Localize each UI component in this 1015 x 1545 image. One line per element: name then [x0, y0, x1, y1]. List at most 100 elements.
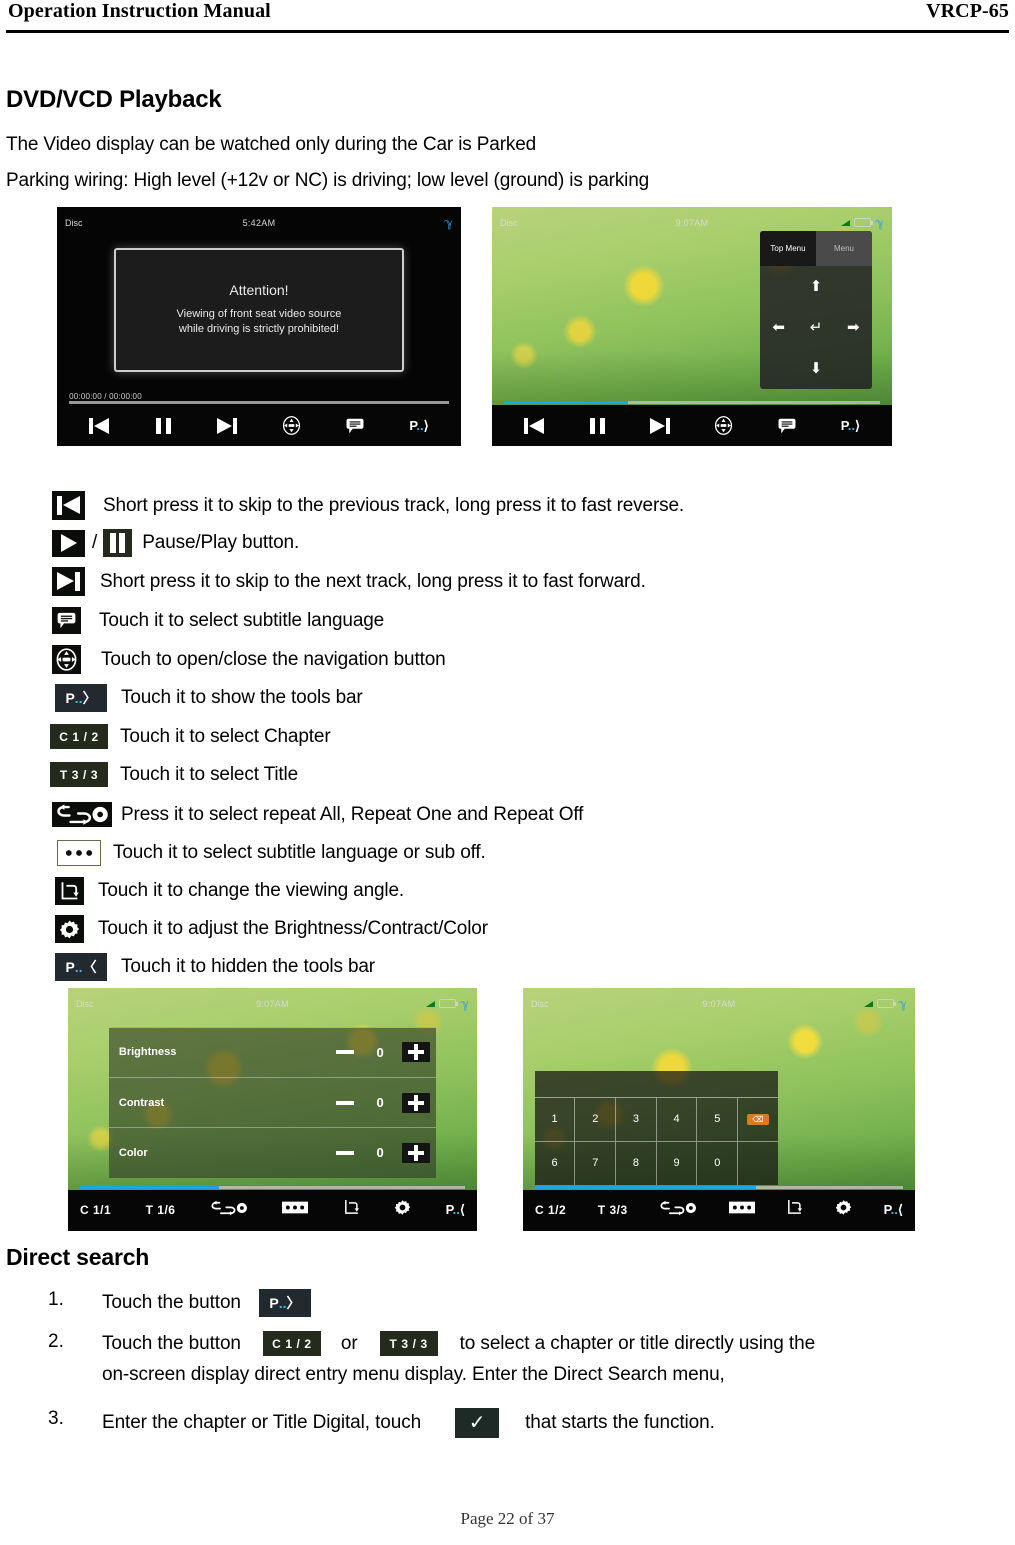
key-6[interactable]: 6 [535, 1141, 576, 1185]
status-source-label: Disc [65, 217, 83, 228]
step-text-a: Enter the chapter or Title Digital, touc… [102, 1412, 422, 1433]
key-0[interactable]: 0 [697, 1141, 739, 1185]
key-8[interactable]: 8 [616, 1141, 657, 1185]
hide-toolbar-icon[interactable]: P..⟨ [884, 1202, 903, 1218]
subtitle-icon[interactable] [52, 607, 81, 634]
signal-icon [864, 1000, 874, 1007]
progress-bar[interactable] [69, 401, 449, 405]
key-7[interactable]: 7 [575, 1141, 617, 1185]
repeat-icon[interactable] [210, 1200, 248, 1221]
arrow-right-icon[interactable]: ➡ [847, 320, 860, 335]
key-4[interactable]: 4 [657, 1098, 698, 1141]
arrow-up-icon[interactable]: ⬆ [810, 279, 823, 294]
bluetooth-icon: ℽ [898, 996, 907, 1011]
backspace-key[interactable]: ⌫ [738, 1098, 778, 1141]
title-tag-icon[interactable]: T 3 / 3 [50, 762, 108, 787]
increase-button[interactable] [402, 1142, 431, 1163]
decrease-button[interactable] [336, 1100, 355, 1105]
next-track-icon[interactable] [648, 417, 671, 434]
viewing-angle-icon[interactable] [55, 877, 84, 905]
tab-menu[interactable]: Menu [816, 230, 872, 266]
navigation-pad-icon[interactable] [282, 416, 301, 436]
show-toolbar-icon[interactable]: P..⟩ [841, 418, 860, 434]
setting-row-brightness: Brightness 0 [108, 1028, 437, 1079]
ptag-dots: .. [278, 1295, 287, 1311]
play-icon[interactable] [52, 529, 85, 557]
legend-row-picture-settings: Touch it to adjust the Brightness/Contra… [55, 915, 488, 943]
previous-track-icon[interactable] [52, 491, 85, 520]
video-notice-text: The Video display can be watched only du… [6, 134, 537, 155]
status-bar: Disc 5:42AM ℽ [57, 207, 461, 238]
status-bar: Disc 9:07AM ℽ [523, 988, 915, 1020]
key-3[interactable]: 3 [616, 1098, 657, 1141]
parking-wiring-text: Parking wiring: High level (+12v or NC) … [6, 170, 650, 191]
subtitle-icon[interactable] [345, 418, 365, 434]
viewing-angle-icon[interactable] [786, 1199, 803, 1221]
chapter-tag[interactable]: C 1/1 [80, 1203, 111, 1217]
show-toolbar-icon[interactable]: P.. 〉 [258, 1289, 311, 1317]
model-number: VRCP-65 [926, 0, 1009, 22]
title-tag[interactable]: T 3/3 [598, 1203, 628, 1217]
legend-row-subtitle-dots: Touch it to select subtitle language or … [57, 840, 486, 866]
pause-icon[interactable] [155, 417, 171, 434]
key-1[interactable]: 1 [535, 1098, 576, 1141]
progress-bar[interactable] [534, 1185, 904, 1189]
repeat-icon[interactable] [659, 1200, 697, 1221]
gear-icon[interactable] [835, 1199, 852, 1221]
chapter-tag-icon[interactable]: C 1 / 2 [50, 724, 108, 749]
progress-bar[interactable] [80, 1185, 465, 1189]
legend-label: Touch it to select Chapter [120, 725, 331, 747]
key-5[interactable]: 5 [697, 1098, 739, 1141]
subtitle-dots-icon[interactable] [282, 1201, 309, 1219]
navigation-pad-icon[interactable] [52, 645, 81, 674]
increase-button[interactable] [402, 1092, 431, 1113]
navigation-pad-icon[interactable] [714, 416, 733, 436]
subtitle-dots-icon[interactable] [728, 1201, 755, 1219]
bluetooth-icon: ℽ [444, 215, 453, 230]
next-track-icon[interactable] [215, 417, 238, 434]
navigation-pad-grid: ⬆ ⬅ ↵ ➡ ⬇ [760, 266, 872, 389]
enter-icon[interactable]: ↵ [810, 320, 823, 335]
gear-icon[interactable] [394, 1199, 411, 1221]
hide-toolbar-icon[interactable]: P..⟨ [446, 1202, 465, 1218]
title-tag-icon[interactable]: T 3 / 3 [379, 1331, 438, 1356]
hide-toolbar-icon[interactable]: P.. 〈 [55, 953, 107, 981]
previous-track-icon[interactable] [89, 417, 111, 434]
legend-row-chapter: C 1 / 2 Touch it to select Chapter [50, 724, 331, 749]
navigation-pad-tabs: Top Menu Menu [760, 230, 872, 266]
repeat-icon[interactable] [52, 802, 112, 827]
backspace-icon: ⌫ [747, 1113, 769, 1125]
tab-top-menu[interactable]: Top Menu [760, 230, 816, 266]
legend-row-viewing-angle: Touch it to change the viewing angle. [55, 877, 404, 905]
step-text-or: or [340, 1332, 358, 1354]
step-index: 1. [48, 1289, 64, 1310]
viewing-angle-icon[interactable] [343, 1199, 360, 1221]
progress-bar[interactable] [504, 401, 880, 405]
key-9[interactable]: 9 [657, 1141, 698, 1185]
show-toolbar-icon[interactable]: P..⟩ [409, 418, 428, 434]
arrow-left-icon[interactable]: ⬅ [772, 320, 785, 335]
decrease-button[interactable] [336, 1050, 355, 1055]
gear-icon[interactable] [55, 915, 84, 943]
picture-settings-panel: Brightness 0 Contrast 0 Color 0 [108, 1026, 437, 1178]
show-toolbar-icon[interactable]: P.. 〉 [55, 684, 107, 712]
status-icons: ℽ [325, 217, 453, 229]
key-2[interactable]: 2 [575, 1098, 617, 1141]
step-line-1: Touch the button C 1 / 2 or T 3 / 3 to s… [102, 1331, 815, 1356]
increase-button[interactable] [402, 1042, 431, 1063]
signal-icon [841, 219, 851, 226]
chapter-tag[interactable]: C 1/2 [535, 1203, 566, 1217]
section-title-direct-search: Direct search [6, 1244, 150, 1270]
next-track-icon[interactable] [52, 567, 85, 596]
subtitle-dots-icon[interactable] [57, 840, 101, 866]
subtitle-icon[interactable] [777, 418, 797, 434]
pause-icon[interactable] [589, 417, 605, 434]
previous-track-icon[interactable] [523, 417, 546, 434]
arrow-down-icon[interactable]: ⬇ [810, 361, 823, 376]
pause-icon[interactable] [103, 529, 133, 557]
legend-row-play-pause: / Pause/Play button. [52, 529, 299, 557]
chapter-tag-icon[interactable]: C 1 / 2 [262, 1331, 321, 1356]
confirm-button-icon[interactable]: ✓ [455, 1408, 500, 1438]
decrease-button[interactable] [336, 1150, 355, 1155]
title-tag[interactable]: T 1/6 [146, 1203, 176, 1217]
